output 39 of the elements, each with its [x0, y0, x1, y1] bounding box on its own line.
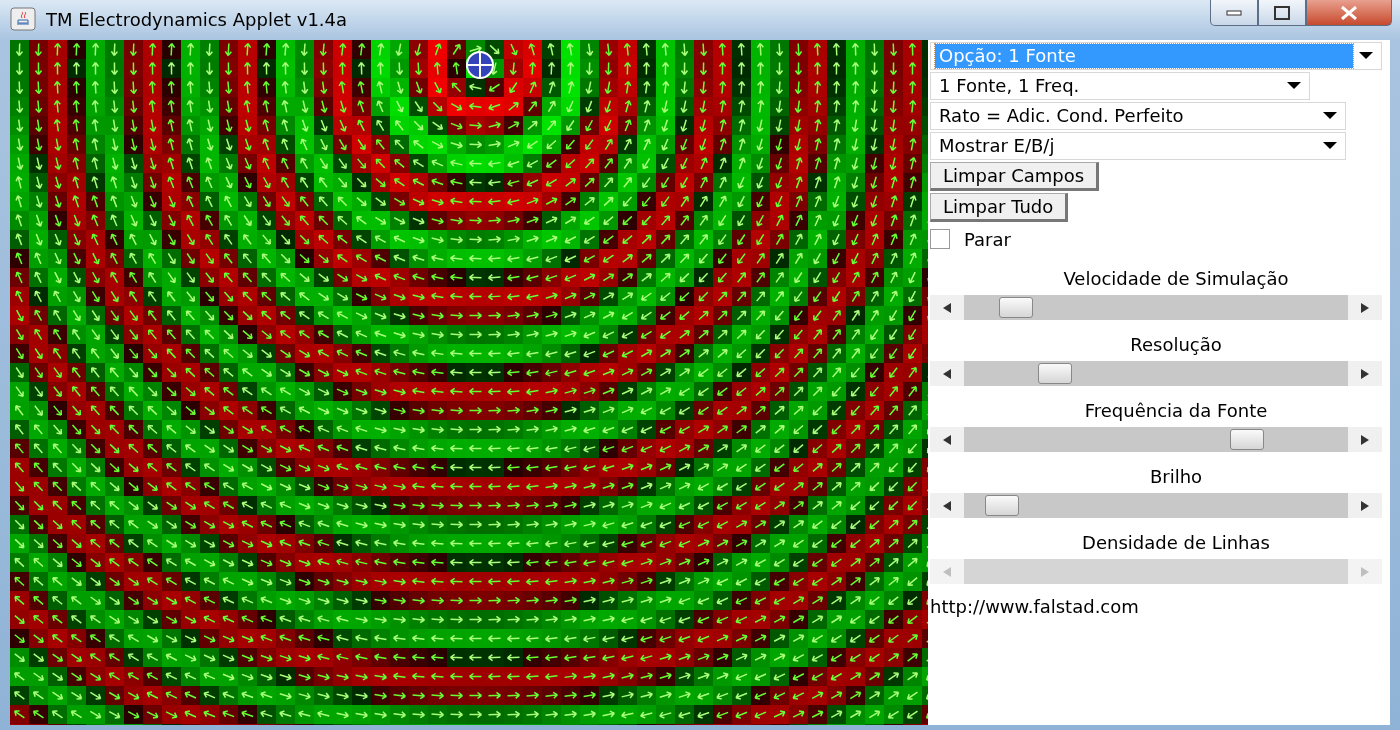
website-link[interactable]: http://www.falstad.com — [930, 596, 1139, 617]
right-arrow-icon — [1361, 434, 1369, 445]
java-cup-icon — [10, 7, 36, 31]
checkbox-label: Parar — [964, 228, 1011, 250]
minimize-icon — [1226, 9, 1242, 16]
left-arrow-icon — [943, 368, 951, 379]
dropdown[interactable]: Rato = Adic. Cond. Perfeito — [930, 102, 1346, 130]
caret-icon — [1322, 112, 1337, 120]
left-arrow-icon — [943, 434, 951, 445]
maximize-button[interactable] — [1258, 0, 1306, 26]
dropdown[interactable]: Mostrar E/B/j — [930, 132, 1346, 160]
slider-thumb[interactable] — [985, 495, 1019, 516]
right-arrow-icon — [1361, 500, 1369, 511]
maximize-icon — [1274, 5, 1290, 20]
left-arrow-icon — [943, 566, 951, 577]
slider-label: Brilho — [1148, 465, 1204, 487]
slider-thumb[interactable] — [1037, 363, 1072, 384]
caret-icon — [1286, 82, 1301, 90]
left-arrow-icon — [943, 500, 951, 511]
slider-label: Velocidade de Simulação — [1062, 267, 1290, 289]
action-button[interactable]: Limpar Tudo — [930, 193, 1069, 222]
right-arrow-icon — [1361, 566, 1369, 577]
right-arrow-icon — [1361, 368, 1369, 379]
right-arrow-icon — [1361, 302, 1369, 313]
close-button[interactable] — [1306, 0, 1392, 26]
slider-label: Frequência da Fonte — [1083, 399, 1269, 421]
slider-label: Densidade de Linhas — [1081, 531, 1271, 553]
caret-icon — [1322, 142, 1337, 150]
left-arrow-icon — [943, 302, 951, 313]
close-icon — [1340, 5, 1358, 20]
minimize-button[interactable] — [1210, 0, 1258, 26]
slider-thumb[interactable] — [1230, 429, 1264, 450]
checkbox[interactable] — [930, 229, 950, 249]
slider-label: Resolução — [1129, 333, 1223, 355]
action-button[interactable]: Limpar Campos — [930, 162, 1100, 191]
window-title: TM Electrodynamics Applet v1.4a — [46, 8, 349, 30]
caret-icon — [1359, 52, 1373, 60]
slider-thumb[interactable] — [999, 297, 1033, 318]
dropdown[interactable]: 1 Fonte, 1 Freq. — [930, 72, 1310, 100]
